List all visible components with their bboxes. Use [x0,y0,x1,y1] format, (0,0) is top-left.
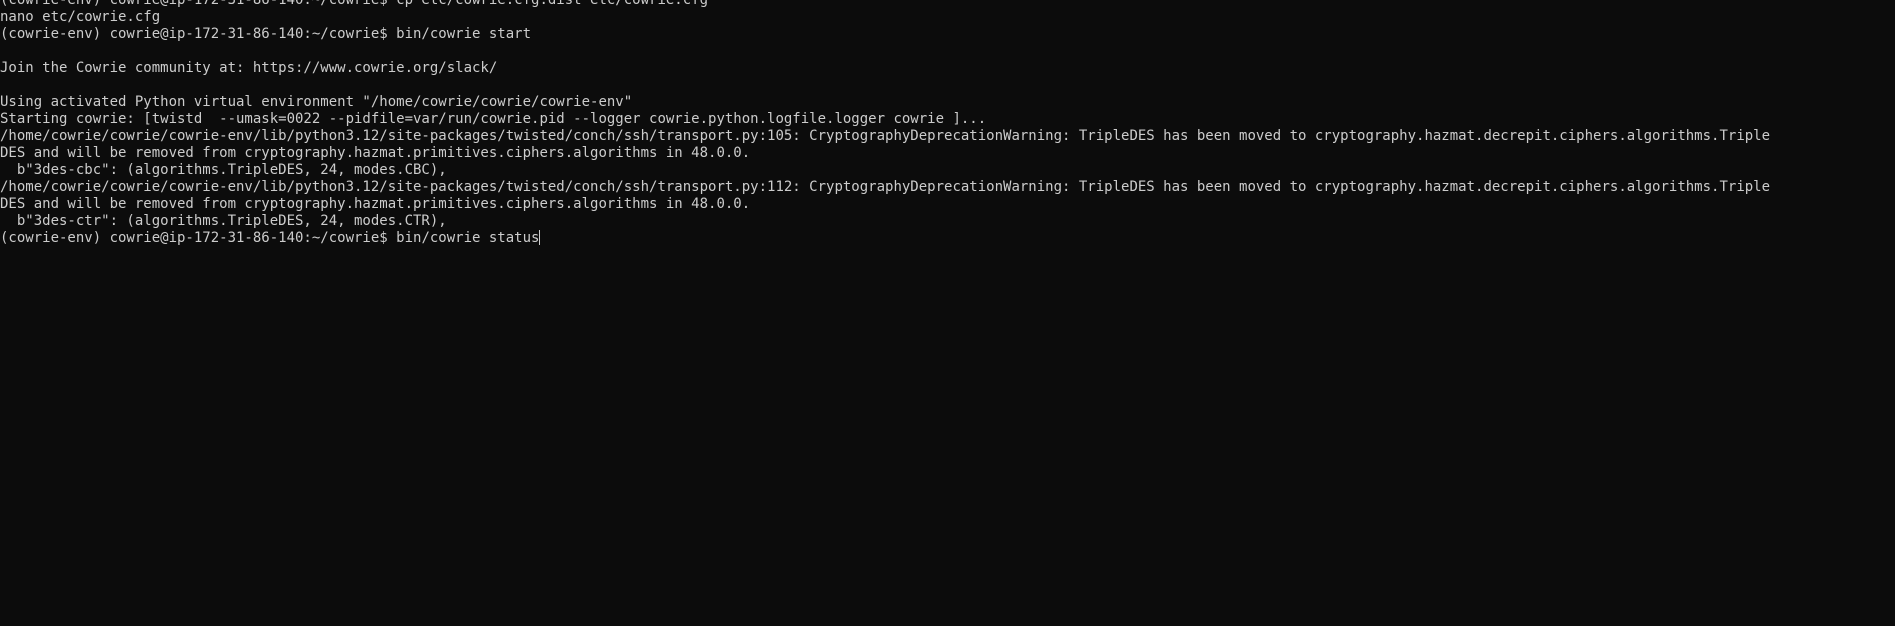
text-cursor [539,230,541,245]
terminal-line: Using activated Python virtual environme… [0,94,633,110]
terminal-line: (cowrie-env) cowrie@ip-172-31-86-140:~/c… [0,26,532,42]
terminal-window[interactable]: (cowrie-env) cowrie@ip-172-31-86-140:~/c… [0,0,1895,626]
terminal-line: nano etc/cowrie.cfg [0,9,161,25]
shell-prompt: (cowrie-env) cowrie@ip-172-31-86-140:~/c… [0,230,397,246]
terminal-line: /home/cowrie/cowrie/cowrie-env/lib/pytho… [0,179,1771,195]
terminal-line: DES and will be removed from cryptograph… [0,196,751,212]
terminal-line: b"3des-ctr": (algorithms.TripleDES, 24, … [0,213,447,229]
terminal-line: Starting cowrie: [twistd --umask=0022 --… [0,111,987,127]
terminal-line: Join the Cowrie community at: https://ww… [0,60,498,76]
terminal-line: DES and will be removed from cryptograph… [0,145,751,161]
terminal-line: /home/cowrie/cowrie/cowrie-env/lib/pytho… [0,128,1771,144]
terminal-line: b"3des-cbc": (algorithms.TripleDES, 24, … [0,162,447,178]
terminal-output: (cowrie-env) cowrie@ip-172-31-86-140:~/c… [0,0,1770,247]
terminal-line: (cowrie-env) cowrie@ip-172-31-86-140:~/c… [0,0,709,8]
command-input[interactable]: bin/cowrie status [396,230,539,246]
command-line[interactable]: (cowrie-env) cowrie@ip-172-31-86-140:~/c… [0,230,1770,247]
